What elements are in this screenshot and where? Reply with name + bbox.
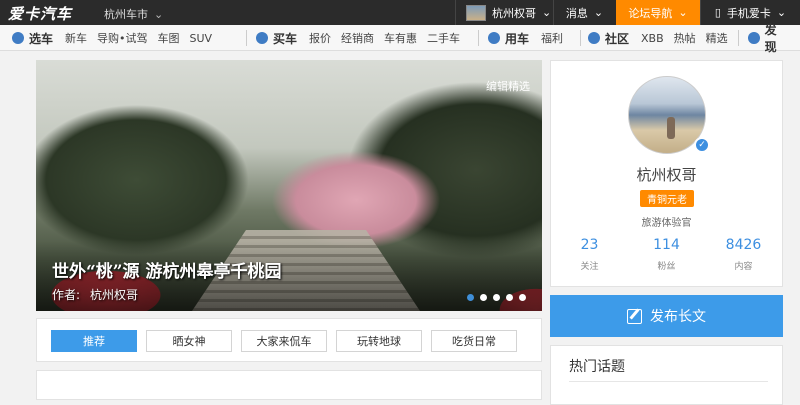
profile-name[interactable]: 杭州权哥 <box>551 164 782 185</box>
tab-car-talk[interactable]: 大家来侃车 <box>241 330 327 352</box>
nav-group-title[interactable]: 买车 <box>273 30 297 47</box>
user-avatar <box>466 4 486 21</box>
author-label: 作者: <box>52 288 81 302</box>
cart-icon <box>256 32 268 44</box>
nav-item[interactable]: 经销商 <box>341 30 374 46</box>
nav-group-title[interactable]: 发现 <box>765 21 788 55</box>
category-tabs: 推荐 晒女神 大家来侃车 玩转地球 吃货日常 <box>36 318 542 362</box>
nav-group-buy-car: 买车 报价 经销商 车有惠 二手车 <box>256 25 470 51</box>
feed-list <box>36 370 542 400</box>
edit-icon <box>627 308 642 324</box>
stat-number: 23 <box>580 237 599 253</box>
verified-check-icon: ✓ <box>694 137 710 153</box>
wrench-icon <box>488 32 500 44</box>
tab-recommend[interactable]: 推荐 <box>51 330 137 352</box>
nav-item[interactable]: 热帖 <box>674 30 696 46</box>
nav-item[interactable]: 福利 <box>541 30 563 46</box>
avatar-figure <box>667 117 675 139</box>
nav-item[interactable]: XBB <box>641 32 664 45</box>
forum-nav-menu[interactable]: 论坛导航 ⌄ <box>616 0 700 25</box>
divider <box>246 30 247 46</box>
stat-number: 114 <box>653 237 680 253</box>
city-label: 杭州车市 <box>104 8 148 21</box>
tab-food[interactable]: 吃货日常 <box>431 330 517 352</box>
hot-topics-panel: 热门话题 <box>550 345 783 405</box>
carousel-dot[interactable] <box>506 294 513 301</box>
profile-role: 旅游体验官 <box>641 218 692 229</box>
user-menu[interactable]: 杭州权哥 ⌄ <box>455 0 561 25</box>
carousel-dot[interactable] <box>519 294 526 301</box>
nav-item[interactable]: SUV <box>190 32 213 45</box>
mobile-label: 手机爱卡 <box>726 6 771 20</box>
tab-goddess[interactable]: 晒女神 <box>146 330 232 352</box>
chevron-down-icon: ⌄ <box>678 6 688 19</box>
editor-pick-tag: 编辑精选 <box>486 80 530 93</box>
stat-following[interactable]: 23 关注 <box>551 237 628 272</box>
nav-group-select-car: 选车 新车 导购•试驾 车图 SUV <box>12 25 222 51</box>
nav-group-discover: 发现 <box>748 23 800 54</box>
hero-author: 作者: 杭州权哥 <box>52 286 138 303</box>
nav-item[interactable]: 导购•试驾 <box>97 30 148 46</box>
username: 杭州权哥 <box>492 6 536 20</box>
divider <box>478 30 479 46</box>
messages-menu[interactable]: 消息 ⌄ <box>553 0 615 25</box>
chevron-down-icon: ⌄ <box>593 6 604 19</box>
stat-content[interactable]: 8426 内容 <box>705 237 782 272</box>
nav-group-use-car: 用车 福利 <box>488 25 573 51</box>
messages-label: 消息 <box>565 6 588 20</box>
city-selector[interactable]: 杭州车市 ⌄ <box>104 6 163 22</box>
divider <box>738 30 739 46</box>
stat-label: 关注 <box>580 262 599 272</box>
tab-travel[interactable]: 玩转地球 <box>336 330 422 352</box>
featured-carousel[interactable]: 编辑精选 世外“桃”源 游杭州皋亭千桃园 作者: 杭州权哥 <box>36 60 542 311</box>
nav-group-title[interactable]: 社区 <box>605 30 629 47</box>
forum-nav-label: 论坛导航 <box>628 6 673 20</box>
chevron-down-icon: ⌄ <box>154 8 164 21</box>
nav-item[interactable]: 精选 <box>706 30 728 46</box>
post-button-label: 发布长文 <box>650 309 706 325</box>
stat-label: 粉丝 <box>657 262 676 272</box>
author-name[interactable]: 杭州权哥 <box>90 288 138 302</box>
post-long-article-button[interactable]: 发布长文 <box>550 295 783 337</box>
compass-icon <box>748 32 760 44</box>
profile-stats: 23 关注 114 粉丝 8426 内容 <box>551 237 782 272</box>
carousel-dot[interactable] <box>467 294 474 301</box>
car-icon <box>12 32 24 44</box>
phone-icon: ▯ <box>714 6 721 19</box>
nav-item[interactable]: 车有惠 <box>384 30 417 46</box>
carousel-dot[interactable] <box>480 294 487 301</box>
top-bar: 爱卡汽车 杭州车市 ⌄ 杭州权哥 ⌄ 消息 ⌄ 论坛导航 ⌄ ▯ 手机爱卡 ⌄ <box>0 0 800 25</box>
nav-item[interactable]: 车图 <box>158 30 180 46</box>
hero-title[interactable]: 世外“桃”源 游杭州皋亭千桃园 <box>52 257 281 282</box>
hot-topics-title: 热门话题 <box>569 359 625 375</box>
site-logo[interactable]: 爱卡汽车 <box>8 3 72 24</box>
chevron-down-icon: ⌄ <box>776 6 787 19</box>
rank-badge: 青铜元老 <box>640 190 694 207</box>
nav-item[interactable]: 新车 <box>65 30 87 46</box>
community-icon <box>588 32 600 44</box>
main-nav: 选车 新车 导购•试驾 车图 SUV 买车 报价 经销商 车有惠 二手车 用车 … <box>0 23 800 54</box>
nav-group-title[interactable]: 用车 <box>505 30 529 47</box>
nav-item[interactable]: 报价 <box>309 30 331 46</box>
divider <box>580 30 581 46</box>
carousel-dot[interactable] <box>493 294 500 301</box>
stat-number: 8426 <box>725 237 762 253</box>
stat-label: 内容 <box>734 262 753 272</box>
divider <box>569 381 768 382</box>
chevron-down-icon: ⌄ <box>542 6 552 19</box>
nav-group-title[interactable]: 选车 <box>29 30 53 47</box>
stat-fans[interactable]: 114 粉丝 <box>628 237 705 272</box>
profile-card: ✓ 杭州权哥 青铜元老 旅游体验官 23 关注 114 粉丝 8426 内容 <box>550 60 783 287</box>
nav-item[interactable]: 二手车 <box>427 30 460 46</box>
nav-group-community: 社区 XBB 热帖 精选 <box>588 25 738 51</box>
carousel-dots <box>467 294 526 301</box>
